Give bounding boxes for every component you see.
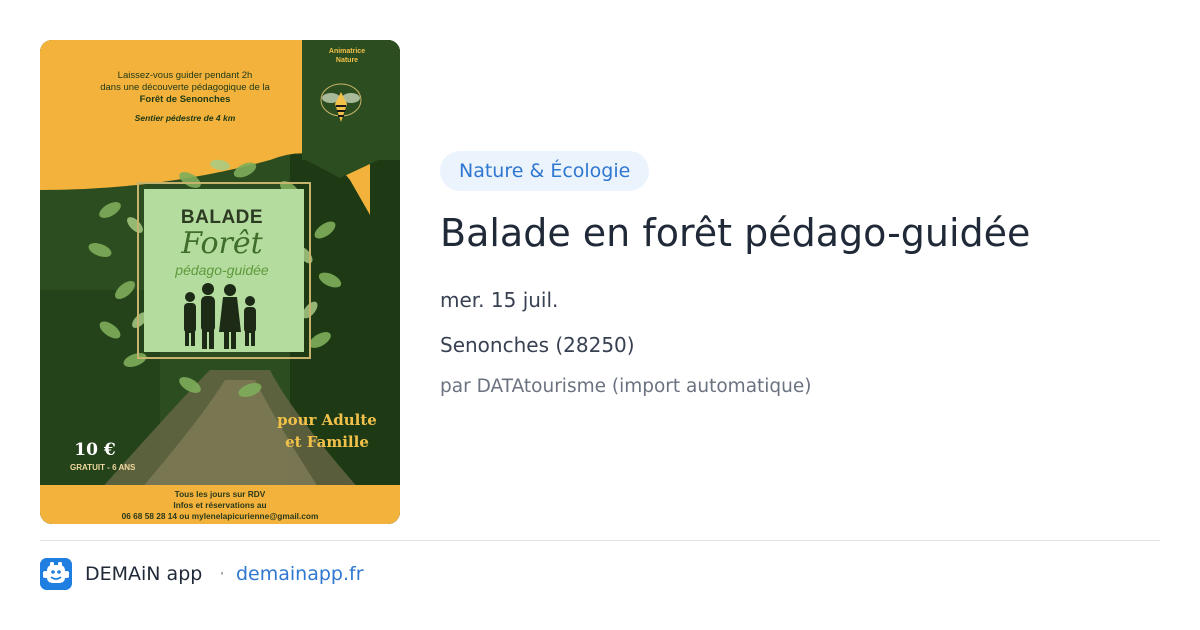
brand-url-link[interactable]: demainapp.fr <box>236 563 364 585</box>
poster-title-subtitle: pédago-guidée <box>175 262 269 278</box>
event-date: mer. 15 juil. <box>440 288 559 312</box>
poster-audience: pour Adulte et Famille <box>262 410 392 454</box>
brand-separator: · <box>219 563 226 585</box>
poster-animator-line2: Nature <box>335 56 359 64</box>
poster-free-note: GRATUIT - 6 ANS <box>70 463 136 472</box>
poster-audience-line2: et Famille <box>285 432 369 451</box>
poster-intro-forest: Forêt de Senonches <box>139 93 231 105</box>
poster-footer-line2: Infos et réservations au <box>173 499 267 510</box>
brand-name: DEMAiN app <box>85 563 203 585</box>
poster-footer-line3: 06 68 58 28 14 ou mylenelapicurienne@gma… <box>121 510 319 521</box>
event-title: Balade en forêt pédago-guidée <box>440 211 1031 255</box>
poster-animator-line1: Animatrice <box>328 48 366 55</box>
poster-intro-line1: Laissez-vous guider pendant 2h <box>117 70 253 81</box>
poster-animator-label: Animatrice Nature <box>312 48 382 66</box>
poster-intro: Laissez-vous guider pendant 2h dans une … <box>70 70 300 106</box>
poster-intro-line2: dans une découverte pédagogique de la <box>100 81 270 93</box>
poster-footer-line1: Tous les jours sur RDV <box>174 489 266 499</box>
category-badge[interactable]: Nature & Écologie <box>440 151 650 191</box>
poster-trail-text: Sentier pédestre de 4 km <box>134 113 236 123</box>
poster-title-foret: Forêt <box>181 226 263 261</box>
event-location: Senonches (28250) <box>440 333 635 357</box>
poster-audience-line1: pour Adulte <box>277 411 377 429</box>
footer-divider <box>40 540 1160 541</box>
demain-app-logo-icon <box>40 558 72 590</box>
event-source: par DATAtourisme (import automatique) <box>440 376 812 397</box>
event-poster-image[interactable]: Animatrice Nature Laissez-vous guider pe… <box>40 40 400 524</box>
poster-footer: Tous les jours sur RDV Infos et réservat… <box>50 489 390 521</box>
poster-price: 10 € <box>74 440 116 460</box>
